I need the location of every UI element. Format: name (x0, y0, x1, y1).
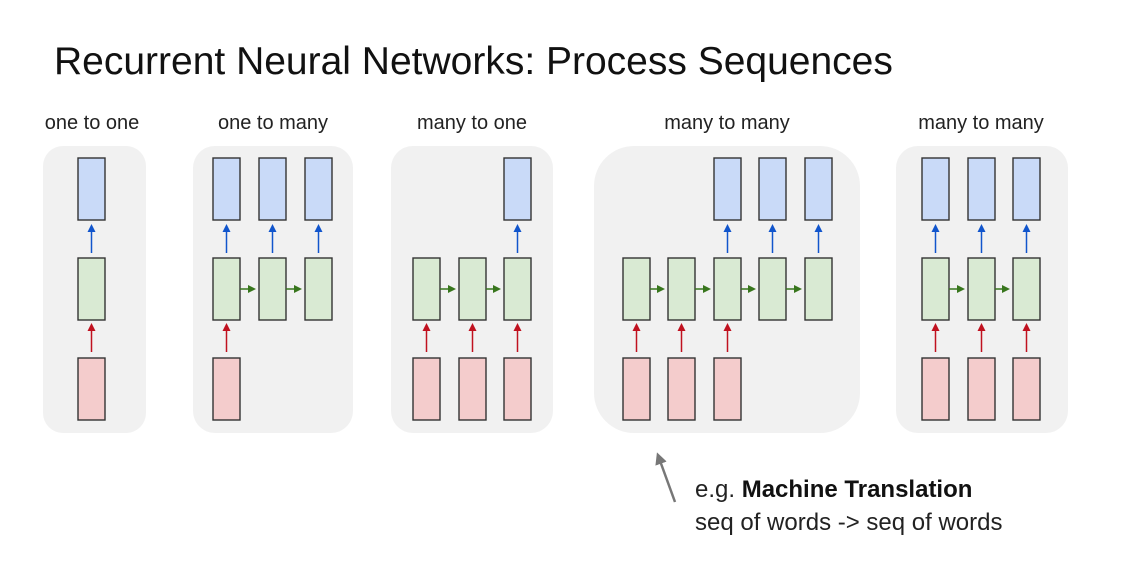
output-box (967, 157, 996, 221)
hidden-box (667, 257, 696, 321)
output-box (921, 157, 950, 221)
hidden-box (458, 257, 487, 321)
output-box (804, 157, 833, 221)
output-box (503, 157, 532, 221)
hidden-box (212, 257, 241, 321)
hidden-box (1012, 257, 1041, 321)
input-box (412, 357, 441, 421)
hidden-box (758, 257, 787, 321)
hidden-box (804, 257, 833, 321)
output-box (713, 157, 742, 221)
caption-prefix: e.g. (695, 476, 742, 503)
output-box (304, 157, 333, 221)
input-box (77, 357, 106, 421)
output-box (758, 157, 787, 221)
input-box (1012, 357, 1041, 421)
output-box (77, 157, 106, 221)
input-box (967, 357, 996, 421)
input-box (212, 357, 241, 421)
output-box (212, 157, 241, 221)
hidden-box (258, 257, 287, 321)
input-box (503, 357, 532, 421)
caption-line-2: seq of words -> seq of words (695, 509, 1003, 536)
hidden-box (503, 257, 532, 321)
caption-line-1: e.g. Machine Translation (695, 473, 1002, 506)
hidden-box (412, 257, 441, 321)
input-box (458, 357, 487, 421)
output-box (1012, 157, 1041, 221)
output-box (258, 157, 287, 221)
input-box (713, 357, 742, 421)
diagram-one-to-one (77, 157, 106, 421)
hidden-box (304, 257, 333, 321)
caption: e.g. Machine Translation seq of words ->… (695, 473, 1002, 539)
pointer-arrow (655, 452, 677, 503)
hidden-box (921, 257, 950, 321)
hidden-box (77, 257, 106, 321)
input-box (667, 357, 696, 421)
hidden-box (622, 257, 651, 321)
input-box (622, 357, 651, 421)
diagram-many-to-many-sync (921, 157, 1041, 421)
hidden-box (713, 257, 742, 321)
hidden-box (967, 257, 996, 321)
caption-bold: Machine Translation (741, 476, 973, 503)
input-box (921, 357, 950, 421)
